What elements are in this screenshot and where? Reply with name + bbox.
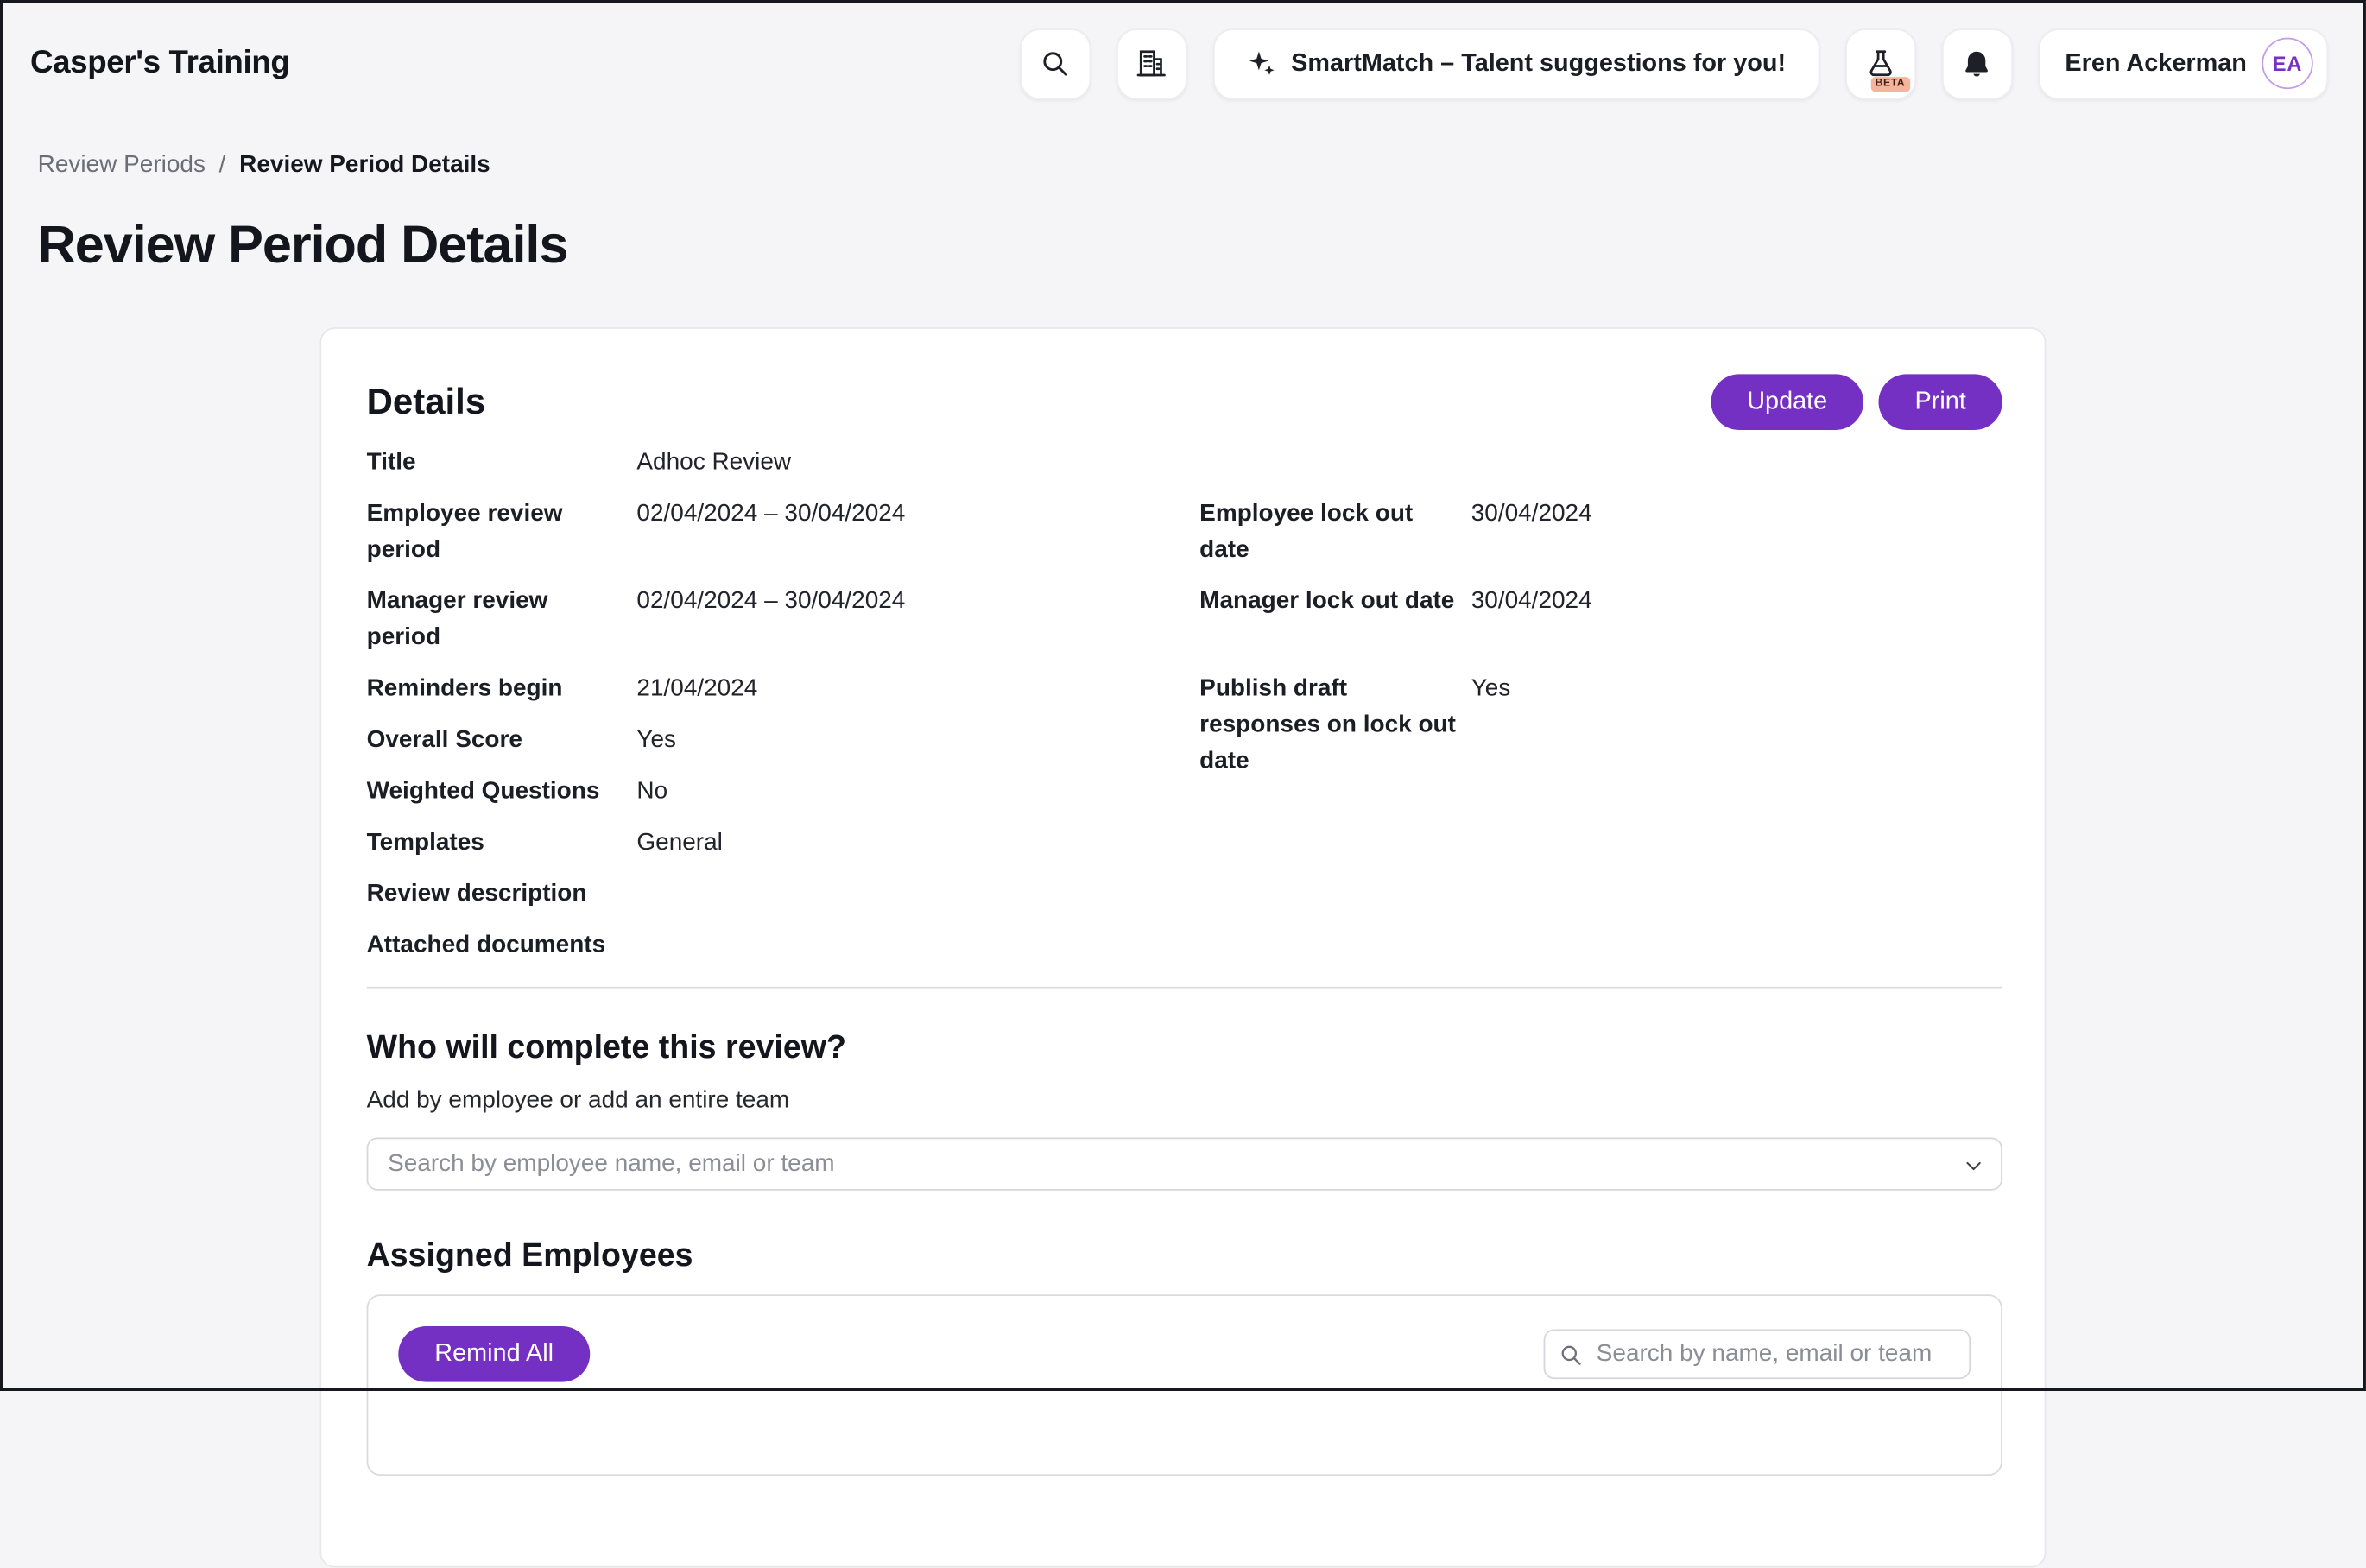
breadcrumb-current: Review Period Details	[239, 152, 490, 179]
field-publish-draft-value: Yes	[1471, 672, 2002, 708]
field-manager-lockout-label: Manager lock out date	[1199, 584, 1471, 620]
bell-icon	[1962, 47, 1992, 79]
flask-icon	[1864, 47, 1896, 79]
breadcrumb-separator: /	[219, 152, 226, 179]
who-section-heading: Who will complete this review?	[367, 1029, 2002, 1067]
search-icon	[1040, 48, 1070, 79]
field-title-label: Title	[367, 445, 637, 481]
search-button[interactable]	[1020, 28, 1091, 98]
update-button[interactable]: Update	[1711, 374, 1863, 430]
search-icon	[1559, 1342, 1583, 1366]
field-templates-value: General	[636, 825, 1199, 862]
details-header: Details Update Print	[367, 374, 2002, 430]
field-title-value: Adhoc Review	[636, 445, 1199, 481]
field-publish-draft-label: Publish draft responses on lock out date	[1199, 672, 1471, 781]
review-period-details-card: Details Update Print Title Adhoc Review …	[319, 327, 2046, 1567]
remind-all-button[interactable]: Remind All	[398, 1326, 590, 1382]
assigned-search-input[interactable]	[1544, 1329, 1971, 1379]
field-reminders-begin-value: 21/04/2024	[636, 672, 1199, 708]
building-icon	[1135, 47, 1167, 79]
field-templates-label: Templates	[367, 825, 637, 862]
field-weighted-questions-label: Weighted Questions	[367, 774, 637, 810]
breadcrumb-review-periods[interactable]: Review Periods	[38, 152, 206, 179]
details-heading: Details	[367, 381, 486, 423]
app-window: Casper's Training	[0, 0, 2366, 1391]
field-manager-lockout-value: 30/04/2024	[1471, 584, 2002, 620]
employee-team-select	[367, 1138, 2002, 1191]
app-title: Casper's Training	[30, 45, 290, 81]
avatar: EA	[2262, 38, 2312, 89]
field-employee-lockout-label: Employee lock out date	[1199, 496, 1471, 569]
employee-team-search-input[interactable]	[367, 1138, 2002, 1191]
field-review-description-label: Review description	[367, 876, 637, 913]
smartmatch-label: SmartMatch – Talent suggestions for you!	[1291, 49, 1786, 78]
field-employee-review-period-value: 02/04/2024 – 30/04/2024	[636, 496, 1199, 533]
field-overall-score-value: Yes	[636, 723, 1199, 759]
field-manager-review-period-label: Manager review period	[367, 584, 637, 656]
beta-badge: BETA	[1870, 76, 1909, 91]
details-fields: Title Adhoc Review Employee review perio…	[367, 445, 2002, 964]
organisation-button[interactable]	[1116, 28, 1186, 98]
field-weighted-questions-value: No	[636, 774, 1199, 810]
smartmatch-button[interactable]: SmartMatch – Talent suggestions for you!	[1212, 28, 1819, 98]
field-manager-review-period-value: 02/04/2024 – 30/04/2024	[636, 584, 1199, 620]
field-attached-documents-label: Attached documents	[367, 928, 637, 964]
field-employee-review-period-label: Employee review period	[367, 496, 637, 569]
details-actions: Update Print	[1711, 374, 2002, 430]
sparkle-icon	[1246, 48, 1276, 79]
field-reminders-begin-label: Reminders begin	[367, 672, 637, 708]
assigned-employees-panel: Remind All	[367, 1294, 2002, 1476]
top-header: Casper's Training	[0, 0, 2366, 127]
page-title: Review Period Details	[38, 216, 2366, 276]
breadcrumb: Review Periods / Review Period Details	[38, 152, 2366, 179]
field-employee-lockout-value: 30/04/2024	[1471, 496, 2002, 533]
assigned-employees-heading: Assigned Employees	[367, 1237, 2002, 1275]
assigned-search	[1544, 1329, 1971, 1379]
labs-button[interactable]: BETA	[1844, 28, 1915, 98]
user-name: Eren Ackerman	[2065, 49, 2246, 78]
print-button[interactable]: Print	[1879, 374, 2002, 430]
user-menu-button[interactable]: Eren Ackerman EA	[2038, 28, 2328, 98]
assigned-toolbar: Remind All	[398, 1326, 1971, 1382]
who-section-subtext: Add by employee or add an entire team	[367, 1088, 2002, 1115]
field-overall-score-label: Overall Score	[367, 723, 637, 759]
chevron-down-icon	[1963, 1154, 1983, 1175]
notifications-button[interactable]	[1941, 28, 2012, 98]
section-divider	[367, 987, 2002, 989]
